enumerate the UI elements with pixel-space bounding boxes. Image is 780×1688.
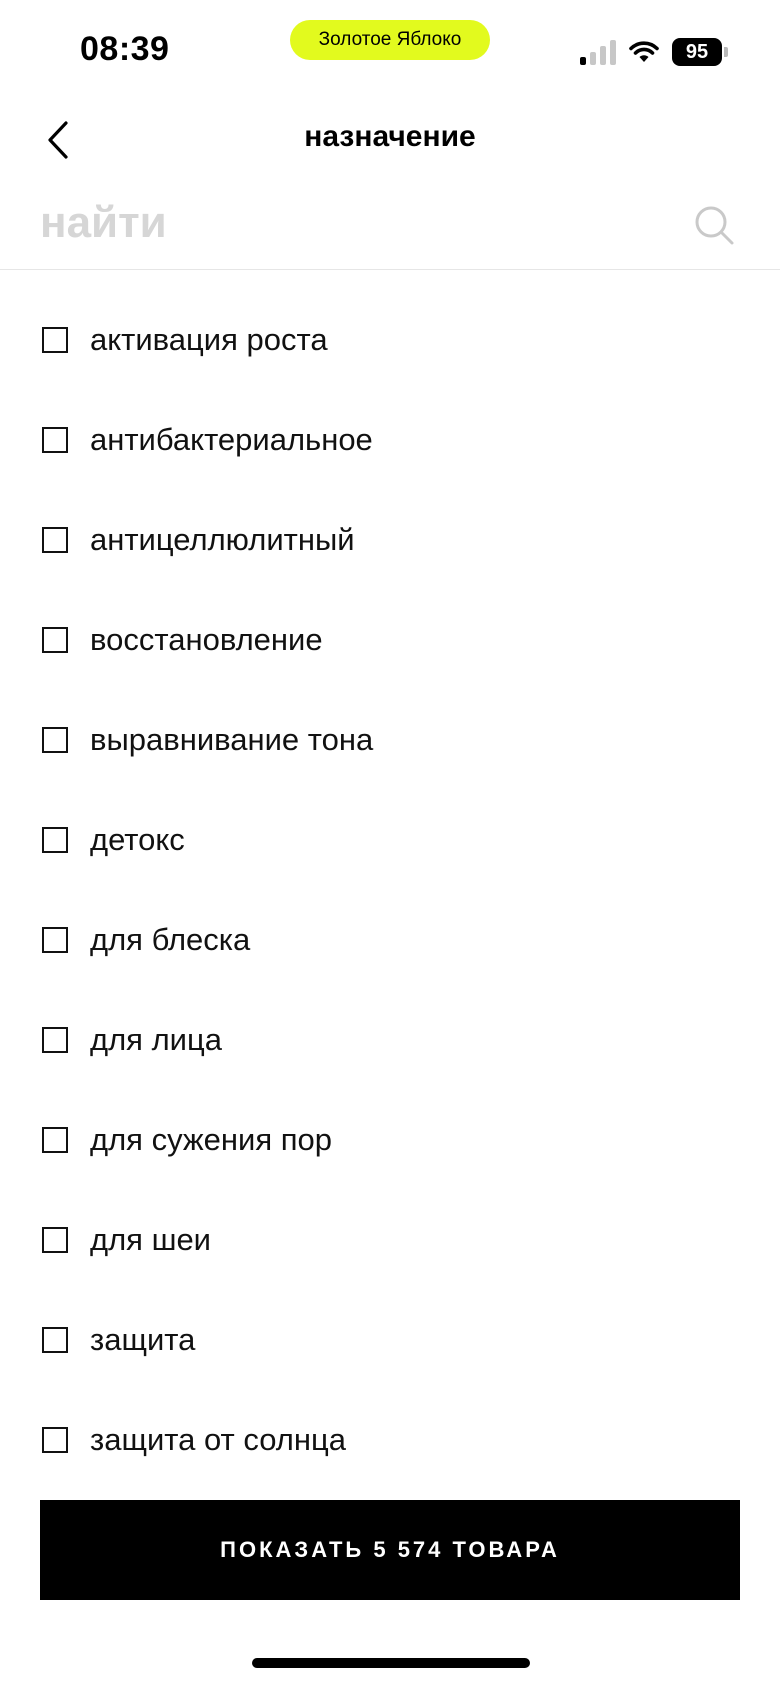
filter-item-label: защита от солнца (90, 1422, 346, 1457)
filter-item[interactable]: для сужения пор (0, 1090, 780, 1190)
search-input[interactable] (40, 193, 680, 253)
filter-item[interactable]: активация роста (0, 290, 780, 390)
filter-item-label: для шеи (90, 1222, 212, 1257)
filter-item-label: для сужения пор (90, 1122, 333, 1157)
status-icons: 95 (580, 38, 728, 66)
filter-item-label: восстановление (90, 622, 323, 657)
filter-item-label: антибактериальное (90, 422, 373, 457)
filter-item[interactable]: антицеллюлитный (0, 490, 780, 590)
status-time: 08:39 (80, 30, 170, 68)
filter-item-label: для лица (90, 1022, 222, 1057)
checkbox[interactable] (42, 627, 68, 653)
battery-level: 95 (685, 40, 709, 63)
filter-item[interactable]: для шеи (0, 1190, 780, 1290)
filter-item[interactable]: защита (0, 1290, 780, 1390)
checkbox[interactable] (42, 1327, 68, 1353)
search-icon[interactable] (692, 203, 736, 247)
cellular-signal-icon (580, 39, 616, 65)
battery-icon: 95 (672, 38, 728, 66)
page-title: назначение (304, 120, 476, 153)
home-indicator (252, 1658, 530, 1668)
show-results-label: ПОКАЗАТЬ 5 574 ТОВАРА (220, 1537, 560, 1562)
filter-item-label: для блеска (90, 922, 251, 957)
wifi-icon (628, 40, 660, 64)
checkbox[interactable] (42, 1027, 68, 1053)
checkbox[interactable] (42, 427, 68, 453)
filter-item-label: активация роста (90, 322, 328, 357)
filter-item[interactable]: защита от солнца (0, 1390, 780, 1490)
checkbox[interactable] (42, 327, 68, 353)
filter-item[interactable]: для лица (0, 990, 780, 1090)
checkbox[interactable] (42, 727, 68, 753)
island-label: Золотое Яблоко (318, 29, 462, 50)
filter-item[interactable]: восстановление (0, 590, 780, 690)
filter-item[interactable]: детокс (0, 790, 780, 890)
filter-item[interactable]: антибактериальное (0, 390, 780, 490)
header: назначение (0, 100, 780, 180)
search-bar (0, 185, 780, 270)
checkbox[interactable] (42, 1127, 68, 1153)
status-bar: 08:39 Золотое Яблоко 95 (0, 0, 780, 100)
checkbox[interactable] (42, 1227, 68, 1253)
filter-item-label: выравнивание тона (90, 722, 374, 757)
checkbox[interactable] (42, 527, 68, 553)
filter-item-label: антицеллюлитный (90, 522, 355, 557)
filter-list: активация роста антибактериальное антице… (0, 290, 780, 1490)
filter-item-label: защита (90, 1322, 196, 1357)
filter-item[interactable]: для блеска (0, 890, 780, 990)
checkbox[interactable] (42, 827, 68, 853)
dynamic-island-pill: Золотое Яблоко (290, 20, 490, 60)
checkbox[interactable] (42, 1427, 68, 1453)
filter-item-label: детокс (90, 822, 185, 857)
checkbox[interactable] (42, 927, 68, 953)
filter-item[interactable]: выравнивание тона (0, 690, 780, 790)
show-results-button[interactable]: ПОКАЗАТЬ 5 574 ТОВАРА (40, 1500, 740, 1600)
